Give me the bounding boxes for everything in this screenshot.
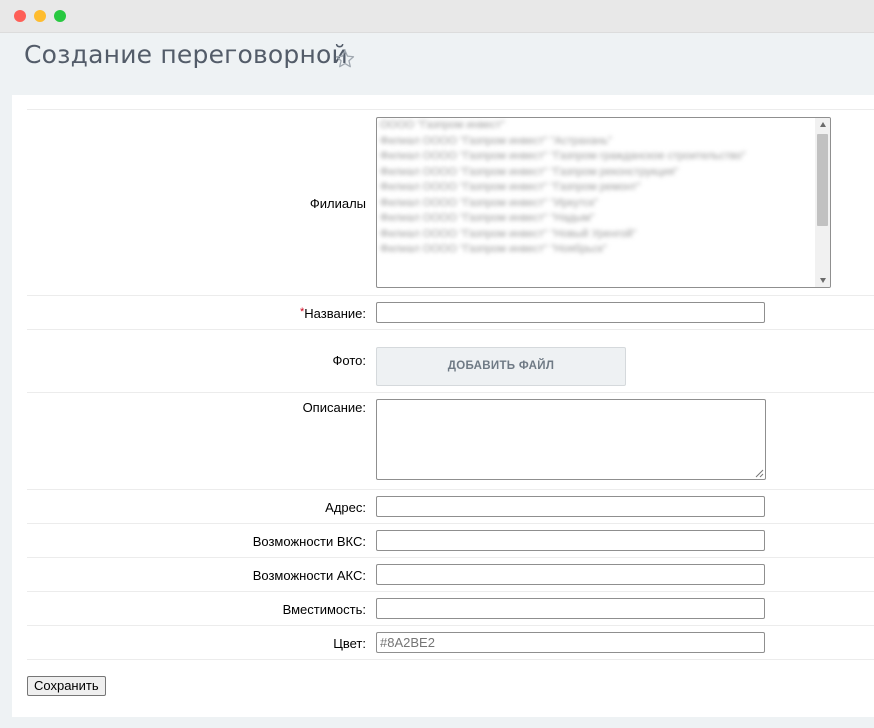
color-input[interactable]: #8A2BE2 — [376, 632, 765, 653]
description-textarea[interactable] — [376, 399, 766, 480]
capacity-input[interactable] — [376, 598, 765, 619]
page-title: Создание переговорной — [24, 40, 348, 69]
branch-option[interactable]: Филиал ОООО "Газпром инвест" "Иркутск" — [377, 196, 830, 212]
branch-option[interactable]: Филиал ОООО "Газпром инвест" "Газпром ре… — [377, 180, 830, 196]
row-divider — [27, 295, 874, 296]
row-divider — [27, 659, 874, 660]
row-divider — [27, 591, 874, 592]
save-button[interactable]: Сохранить — [27, 676, 106, 696]
row-divider — [27, 557, 874, 558]
branch-option[interactable]: Филиал ОООО "Газпром инвест" "Астрахань" — [377, 134, 830, 150]
row-divider — [27, 392, 874, 393]
color-label: Цвет: — [333, 636, 366, 651]
description-label: Описание: — [302, 400, 366, 415]
maximize-window-button[interactable] — [54, 10, 66, 22]
aks-label: Возможности АКС: — [252, 568, 366, 583]
branch-option[interactable]: ОООО "Газпром инвест" — [377, 118, 830, 134]
row-divider — [27, 109, 874, 110]
close-window-button[interactable] — [14, 10, 26, 22]
address-label: Адрес: — [325, 500, 366, 515]
branch-option[interactable]: Филиал ОООО "Газпром инвест" "Газпром гр… — [377, 149, 830, 165]
row-divider — [27, 625, 874, 626]
branch-option[interactable]: Филиал ОООО "Газпром инвест" "Надым" — [377, 211, 830, 227]
window-titlebar — [0, 0, 874, 33]
name-label: *Название: — [300, 306, 366, 321]
vks-label: Возможности ВКС: — [252, 534, 366, 549]
scroll-down-arrow-icon[interactable] — [820, 278, 826, 283]
scroll-up-arrow-icon[interactable] — [820, 122, 826, 127]
branches-listbox[interactable]: ОООО "Газпром инвест" Филиал ОООО "Газпро… — [376, 117, 831, 288]
listbox-scrollbar[interactable] — [815, 118, 830, 287]
aks-input[interactable] — [376, 564, 765, 585]
row-divider — [27, 489, 874, 490]
branch-option[interactable]: Филиал ОООО "Газпром инвест" "Газпром ре… — [377, 165, 830, 181]
photo-label: Фото: — [332, 353, 366, 368]
form-panel: Филиалы ОООО "Газпром инвест" Филиал ОООО… — [12, 95, 874, 717]
scroll-thumb[interactable] — [817, 134, 828, 226]
name-label-text: Название: — [304, 306, 366, 321]
resize-handle-icon[interactable] — [755, 469, 764, 478]
branches-label: Филиалы — [309, 196, 366, 211]
branches-options: ОООО "Газпром инвест" Филиал ОООО "Газпро… — [377, 118, 830, 258]
vks-input[interactable] — [376, 530, 765, 551]
minimize-window-button[interactable] — [34, 10, 46, 22]
address-input[interactable] — [376, 496, 765, 517]
add-file-button[interactable]: ДОБАВИТЬ ФАЙЛ — [376, 347, 626, 386]
name-input[interactable] — [376, 302, 765, 323]
capacity-label: Вместимость: — [282, 602, 366, 617]
branch-option[interactable]: Филиал ОООО "Газпром инвест" "Ноябрьск" — [377, 242, 830, 258]
branch-option[interactable]: Филиал ОООО "Газпром инвест" "Новый Урен… — [377, 227, 830, 243]
star-outline-icon[interactable] — [334, 48, 356, 70]
row-divider — [27, 329, 874, 330]
row-divider — [27, 523, 874, 524]
